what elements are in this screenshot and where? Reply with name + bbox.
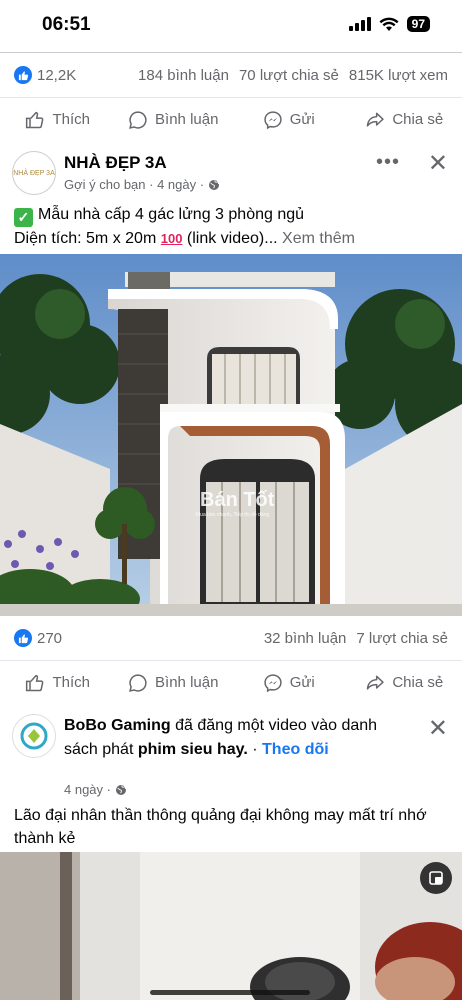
signal-icon <box>348 17 371 31</box>
post-meta: 4 ngày · <box>64 782 127 797</box>
reaction-count[interactable]: 270 <box>37 630 62 647</box>
status-bar: 06:51 97 <box>0 0 462 52</box>
globe-icon <box>115 784 126 795</box>
comment-label: Bình luận <box>155 111 219 128</box>
send-button[interactable]: Gửi <box>231 673 347 693</box>
share-button[interactable]: Chia sẻ <box>347 673 462 693</box>
comment-icon <box>129 673 147 692</box>
like-button[interactable]: Thích <box>0 110 116 130</box>
like-reaction-icon <box>14 629 32 647</box>
like-label: Thích <box>52 674 90 691</box>
post-line-2: Diện tích: 5m x 20m <box>14 230 157 247</box>
page-name[interactable]: NHÀ ĐẸP 3A <box>64 153 167 173</box>
send-label: Gửi <box>289 674 315 691</box>
page-name[interactable]: BoBo Gaming <box>64 717 171 734</box>
messenger-icon <box>264 673 282 692</box>
post-video[interactable] <box>0 852 462 1000</box>
send-label: Gửi <box>289 111 315 128</box>
post-line-1: Mẫu nhà cấp 4 gác lửng 3 phòng ngủ <box>38 206 305 223</box>
like-icon <box>26 111 44 128</box>
share-icon <box>367 112 384 127</box>
share-count[interactable]: 70 lượt chia sẻ <box>239 67 339 84</box>
share-label: Chia sẻ <box>392 111 444 128</box>
globe-icon <box>209 179 220 190</box>
comment-button[interactable]: Bình luận <box>116 110 232 130</box>
page-avatar[interactable] <box>12 714 56 758</box>
playlist-name[interactable]: phim sieu hay. <box>138 741 248 758</box>
comment-count[interactable]: 184 bình luận <box>138 67 229 84</box>
wifi-icon <box>379 17 399 31</box>
watermark-subtext: Mua bán nhanh, Tiếp thị dễ dàng <box>196 511 269 518</box>
post-photo[interactable]: Bán Tốt Mua bán nhanh, Tiếp thị dễ dàng <box>0 254 462 616</box>
page-avatar-logo: NHÀ ĐẸP 3A <box>13 169 55 177</box>
post-line-2-suffix: (link video)... <box>186 230 278 247</box>
follow-link[interactable]: Theo dõi <box>262 741 329 758</box>
reaction-count[interactable]: 12,2K <box>37 67 76 84</box>
comment-label: Bình luận <box>155 674 219 691</box>
comment-button[interactable]: Bình luận <box>116 673 232 693</box>
post-meta-text: 4 ngày · <box>64 782 111 797</box>
close-icon[interactable]: ✕ <box>428 149 448 178</box>
like-icon <box>26 674 44 691</box>
check-emoji-icon: ✓ <box>14 208 33 227</box>
share-icon <box>367 675 384 690</box>
post-header-text: BoBo Gaming đã đăng một video vào danh s… <box>64 714 404 762</box>
see-more-link[interactable]: Xem thêm <box>282 230 355 247</box>
post-meta-text: Gợi ý cho bạn · 4 ngày · <box>64 177 205 192</box>
status-time: 06:51 <box>42 14 91 35</box>
send-button[interactable]: Gửi <box>231 110 347 130</box>
hundred-emoji-icon: 100 <box>160 231 183 246</box>
page-avatar[interactable]: NHÀ ĐẸP 3A <box>12 151 56 195</box>
view-count: 815K lượt xem <box>348 66 448 84</box>
close-icon[interactable]: ✕ <box>428 714 448 743</box>
watermark-text: Bán Tốt <box>200 489 275 511</box>
share-count[interactable]: 7 lượt chia sẻ <box>356 630 448 647</box>
post-meta: Gợi ý cho bạn · 4 ngày · <box>64 177 220 192</box>
more-icon[interactable]: ••• <box>376 151 400 174</box>
post-text: Lão đại nhân thần thông quảng đại không … <box>14 807 427 847</box>
comment-count[interactable]: 32 bình luận <box>264 630 347 647</box>
separator-dot: · <box>252 741 258 758</box>
messenger-icon <box>264 110 282 129</box>
battery-indicator: 97 <box>406 16 430 32</box>
comment-icon <box>129 110 147 129</box>
like-label: Thích <box>52 111 90 128</box>
like-reaction-icon <box>14 66 32 84</box>
share-label: Chia sẻ <box>392 674 444 691</box>
like-button[interactable]: Thích <box>0 673 116 693</box>
post-text: ✓ Mẫu nhà cấp 4 gác lửng 3 phòng ngủ Diện… <box>0 203 462 250</box>
post-nha-dep-footer: 270 32 bình luận 7 lượt chia sẻ Thích Bì… <box>0 616 462 704</box>
share-button[interactable]: Chia sẻ <box>347 110 462 130</box>
fullscreen-icon[interactable] <box>420 862 452 894</box>
previous-post-footer: 12,2K 184 bình luận 70 lượt chia sẻ 815K… <box>0 53 462 141</box>
